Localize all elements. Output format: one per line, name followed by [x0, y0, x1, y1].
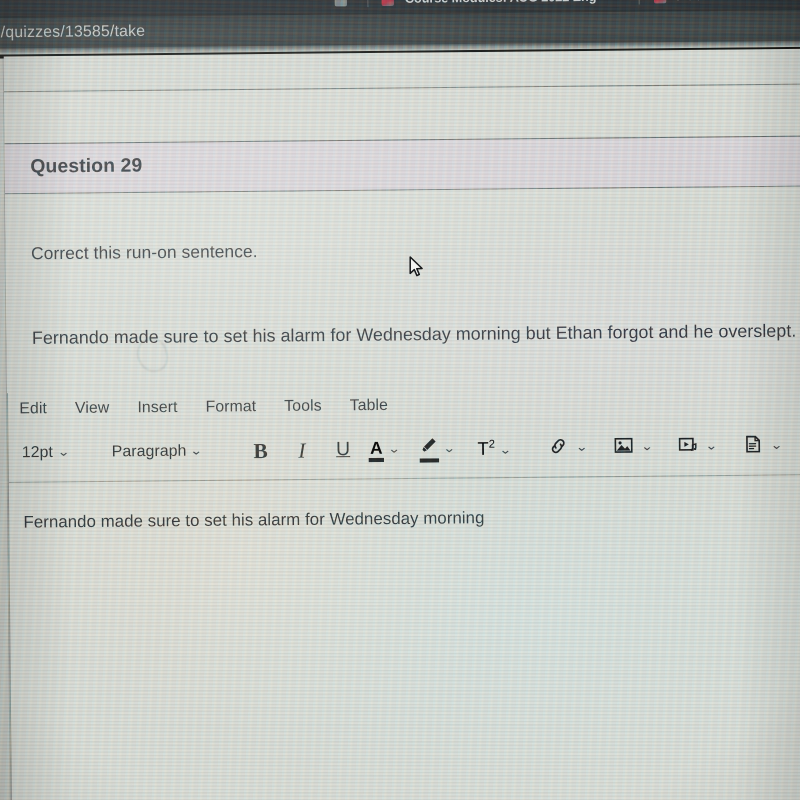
- superscript-icon[interactable]: T2: [477, 438, 495, 459]
- media-icon[interactable]: [677, 434, 702, 459]
- bold-button[interactable]: B: [245, 433, 276, 468]
- screen-photo: Course Modules: AUG 2022 Eng × ASSIGNM 1…: [0, 0, 800, 800]
- canvas-favicon-icon: [653, 0, 667, 4]
- menu-tools[interactable]: Tools: [284, 397, 322, 416]
- menu-view[interactable]: View: [75, 399, 110, 418]
- image-icon[interactable]: [612, 435, 637, 460]
- chevron-down-icon[interactable]: ⌄: [499, 442, 512, 456]
- chevron-down-icon[interactable]: ⌄: [770, 438, 783, 452]
- browser-tab-course-modules[interactable]: Course Modules: AUG 2022 Eng: [405, 0, 597, 12]
- mouse-cursor: [409, 256, 425, 280]
- tab-close-icon[interactable]: ×: [609, 0, 626, 10]
- chevron-down-icon: ⌄: [56, 444, 70, 459]
- quiz-content: Question 29 Correct this run-on sentence…: [3, 48, 800, 800]
- editor-text-area[interactable]: Fernando made sure to set his alarm for …: [9, 473, 800, 800]
- insert-link-control[interactable]: ⌄: [547, 436, 589, 461]
- font-size-select[interactable]: 12pt ⌄: [21, 435, 70, 470]
- insert-image-control[interactable]: ⌄: [612, 435, 654, 460]
- insert-document-control[interactable]: ⌄: [742, 434, 783, 459]
- chevron-down-icon[interactable]: ⌄: [641, 439, 654, 453]
- chevron-down-icon[interactable]: ⌄: [443, 441, 456, 455]
- chevron-down-icon[interactable]: ⌄: [705, 439, 718, 453]
- superscript-exponent: 2: [488, 437, 495, 451]
- highlighter-icon[interactable]: [419, 436, 440, 463]
- font-size-value: 12pt: [21, 443, 54, 462]
- underline-button[interactable]: U: [328, 433, 359, 468]
- menu-format[interactable]: Format: [205, 398, 256, 417]
- question-body: Correct this run-on sentence. Fernando m…: [5, 186, 800, 800]
- editor-body-text[interactable]: Fernando made sure to set his alarm for …: [23, 509, 484, 533]
- question-prompt: Correct this run-on sentence.: [31, 241, 258, 264]
- browser-tab-assignments[interactable]: ASSIGNM: [677, 0, 736, 9]
- rich-text-editor[interactable]: Edit View Insert Format Tools Table 12pt…: [6, 383, 800, 800]
- url-text: 1215/quizzes/13585/take: [0, 22, 146, 42]
- document-icon[interactable]: [742, 434, 767, 459]
- insert-media-control[interactable]: ⌄: [677, 434, 718, 459]
- menu-insert[interactable]: Insert: [137, 399, 177, 418]
- tab-separator: [367, 0, 369, 8]
- highlight-color-control[interactable]: ⌄: [419, 436, 456, 463]
- question-sentence: Fernando made sure to set his alarm for …: [31, 320, 797, 349]
- editor-frame: Edit View Insert Format Tools Table 12pt…: [6, 383, 800, 800]
- block-format-value: Paragraph: [111, 442, 187, 461]
- canvas-favicon-icon: [381, 0, 395, 6]
- chevron-down-icon[interactable]: ⌄: [576, 440, 589, 454]
- text-color-icon[interactable]: A: [368, 437, 384, 462]
- tab-separator: [639, 0, 641, 5]
- superscript-control[interactable]: T2 ⌄: [477, 438, 512, 460]
- menu-edit[interactable]: Edit: [19, 400, 47, 419]
- question-header-band: Question 29: [4, 135, 800, 195]
- editor-toolbar[interactable]: 12pt ⌄ Paragraph ⌄ B I U A ⌄ ⌄ T2 ⌄ ⌄ ⌄ …: [18, 428, 800, 477]
- chevron-down-icon: ⌄: [190, 443, 204, 458]
- editor-menubar[interactable]: Edit View Insert Format Tools Table: [19, 396, 411, 418]
- page-top-panel: [3, 48, 800, 93]
- favicon-icon: [335, 0, 348, 7]
- photographed-display: Course Modules: AUG 2022 Eng × ASSIGNM 1…: [0, 0, 800, 800]
- text-color-control[interactable]: A ⌄: [368, 437, 400, 462]
- link-icon[interactable]: [547, 436, 572, 461]
- block-format-select[interactable]: Paragraph ⌄: [111, 434, 204, 470]
- question-number-heading: Question 29: [30, 155, 143, 178]
- italic-button[interactable]: I: [286, 433, 317, 468]
- quiz-page: Question 29 Correct this run-on sentence…: [0, 48, 800, 800]
- browser-chrome: Course Modules: AUG 2022 Eng × ASSIGNM 1…: [0, 0, 800, 56]
- menu-table[interactable]: Table: [350, 397, 388, 416]
- superscript-base: T: [477, 437, 489, 459]
- chevron-down-icon[interactable]: ⌄: [387, 442, 400, 456]
